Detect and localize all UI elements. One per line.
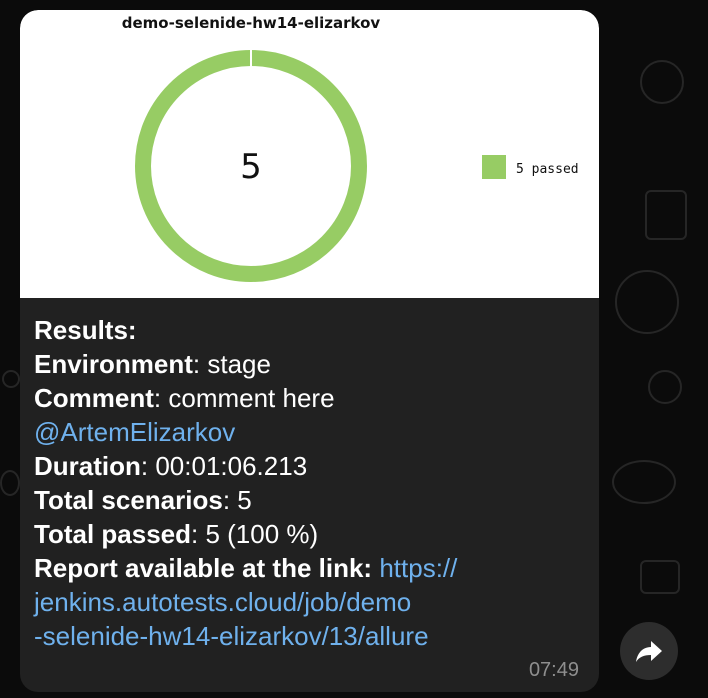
- chart-center-value: 5: [240, 147, 262, 187]
- report-link[interactable]: https://: [379, 553, 457, 583]
- duration-line: Duration: 00:01:06.213: [34, 451, 308, 481]
- forward-button[interactable]: [620, 622, 678, 680]
- report-link-line-2: jenkins.autotests.cloud/job/demo: [34, 585, 589, 619]
- report-line: Report available at the link: https://: [34, 553, 458, 583]
- message-bubble: demo-selenide-hw14-elizarkov 5 5 passed …: [20, 10, 599, 692]
- background-doodle: [648, 370, 682, 404]
- comment-line: Comment: comment here: [34, 383, 335, 413]
- legend-label-passed: 5 passed: [516, 162, 579, 177]
- background-doodle: [640, 60, 684, 104]
- total-scenarios-line: Total scenarios: 5: [34, 485, 252, 515]
- forward-arrow-icon: [636, 641, 662, 662]
- results-heading: Results:: [34, 315, 137, 345]
- mention-line: @ArtemElizarkov: [34, 415, 589, 449]
- environment-line: Environment: stage: [34, 349, 271, 379]
- mention-link[interactable]: @ArtemElizarkov: [34, 417, 235, 447]
- allure-donut-chart: demo-selenide-hw14-elizarkov 5 5 passed: [122, 14, 579, 282]
- background-doodle: [640, 560, 680, 594]
- report-link[interactable]: jenkins.autotests.cloud/job/demo: [34, 587, 411, 617]
- message-text: Results: Environment: stage Comment: com…: [34, 313, 589, 653]
- background-doodle: [612, 460, 676, 504]
- background-doodle: [0, 470, 20, 496]
- background-doodle: [615, 270, 679, 334]
- chart-title: demo-selenide-hw14-elizarkov: [122, 14, 381, 32]
- background-doodle: [2, 370, 20, 388]
- chart-image[interactable]: demo-selenide-hw14-elizarkov 5 5 passed: [20, 10, 599, 298]
- report-link[interactable]: -selenide-hw14-elizarkov/13/allure: [34, 621, 429, 651]
- legend-swatch-passed: [482, 155, 506, 179]
- background-doodle: [645, 190, 687, 240]
- total-passed-line: Total passed: 5 (100 %): [34, 519, 319, 549]
- message-time: 07:49: [528, 659, 579, 681]
- report-link-line-3: -selenide-hw14-elizarkov/13/allure: [34, 619, 589, 653]
